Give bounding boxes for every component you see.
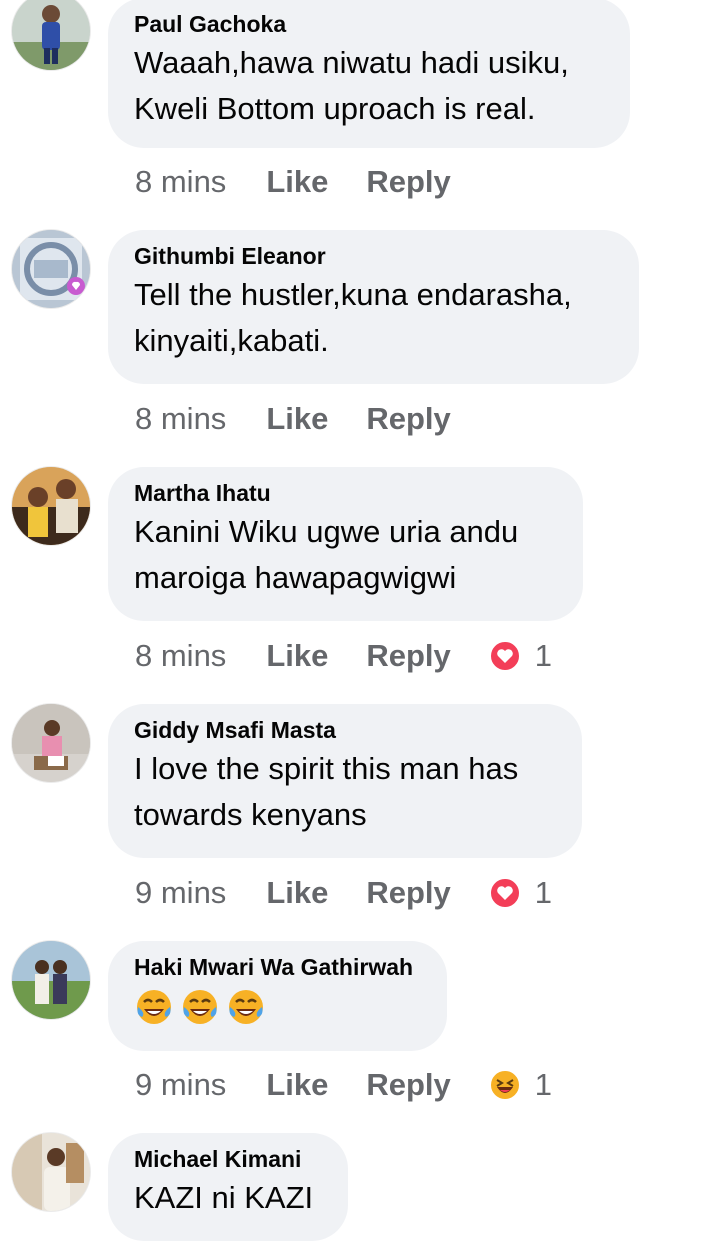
tears-of-joy-emoji-icon <box>137 990 171 1024</box>
like-button[interactable]: Like <box>266 875 328 911</box>
comment-text: Waaah,hawa niwatu hadi usiku, Kweli Bott… <box>134 45 569 126</box>
like-button[interactable]: Like <box>266 638 328 674</box>
reaction-summary[interactable]: 1 <box>488 875 553 911</box>
comment-author[interactable]: Githumbi Eleanor <box>134 240 613 272</box>
comment-author[interactable]: Haki Mwari Wa Gathirwah <box>134 951 421 983</box>
tears-of-joy-emoji-icon <box>229 990 263 1024</box>
reaction-summary[interactable]: 1 <box>488 638 553 674</box>
reaction-count: 1 <box>534 638 553 673</box>
comment-text: Tell the hustler,kuna endarasha, kinyait… <box>134 277 572 358</box>
comment-actions: 9 mins Like Reply 1 <box>135 1065 552 1105</box>
avatar[interactable] <box>12 1133 90 1211</box>
love-reaction-icon <box>488 877 521 909</box>
comment-bubble: Giddy Msafi Masta I love the spirit this… <box>108 704 582 858</box>
avatar[interactable] <box>12 941 90 1019</box>
reaction-summary[interactable]: 1 <box>488 1067 553 1103</box>
comment-bubble: Githumbi Eleanor Tell the hustler,kuna e… <box>108 230 639 384</box>
comment-text: I love the spirit this man has towards k… <box>134 751 519 832</box>
comment-time[interactable]: 8 mins <box>135 638 226 674</box>
avatar[interactable] <box>12 0 90 70</box>
like-button[interactable]: Like <box>266 401 328 437</box>
comment-bubble: Michael Kimani KAZI ni KAZI <box>108 1133 348 1241</box>
like-button[interactable]: Like <box>266 1067 328 1103</box>
comment-author[interactable]: Michael Kimani <box>134 1143 322 1175</box>
comment-time[interactable]: 9 mins <box>135 1067 226 1103</box>
reply-button[interactable]: Reply <box>366 638 450 674</box>
like-button[interactable]: Like <box>266 164 328 200</box>
comment-author[interactable]: Giddy Msafi Masta <box>134 714 556 746</box>
comment-actions: 8 mins Like Reply 1 <box>135 636 552 676</box>
avatar[interactable] <box>12 467 90 545</box>
reply-button[interactable]: Reply <box>366 1067 450 1103</box>
comment-author[interactable]: Paul Gachoka <box>134 8 604 40</box>
reaction-count: 1 <box>534 875 553 910</box>
tears-of-joy-emoji-icon <box>183 990 217 1024</box>
avatar[interactable] <box>12 704 90 782</box>
comment-author[interactable]: Martha Ihatu <box>134 477 557 509</box>
reply-button[interactable]: Reply <box>366 164 450 200</box>
reaction-count: 1 <box>534 1067 553 1102</box>
avatar[interactable] <box>12 230 90 308</box>
emoji-row <box>134 987 421 1027</box>
comment-actions: 8 mins Like Reply <box>135 399 489 439</box>
haha-reaction-icon <box>488 1069 521 1101</box>
comment-time[interactable]: 8 mins <box>135 401 226 437</box>
comment-bubble: Haki Mwari Wa Gathirwah <box>108 941 447 1051</box>
reply-button[interactable]: Reply <box>366 875 450 911</box>
comment-time[interactable]: 9 mins <box>135 875 226 911</box>
reply-button[interactable]: Reply <box>366 401 450 437</box>
comment-bubble: Martha Ihatu Kanini Wiku ugwe uria andu … <box>108 467 583 621</box>
comment-time[interactable]: 8 mins <box>135 164 226 200</box>
comment-bubble: Paul Gachoka Waaah,hawa niwatu hadi usik… <box>108 0 630 148</box>
comment-actions: 8 mins Like Reply <box>135 162 489 202</box>
comment-text: Kanini Wiku ugwe uria andu maroiga hawap… <box>134 514 519 595</box>
comment-text: KAZI ni KAZI <box>134 1180 314 1215</box>
love-reaction-icon <box>488 640 521 672</box>
comment-actions: 9 mins Like Reply 1 <box>135 873 552 913</box>
